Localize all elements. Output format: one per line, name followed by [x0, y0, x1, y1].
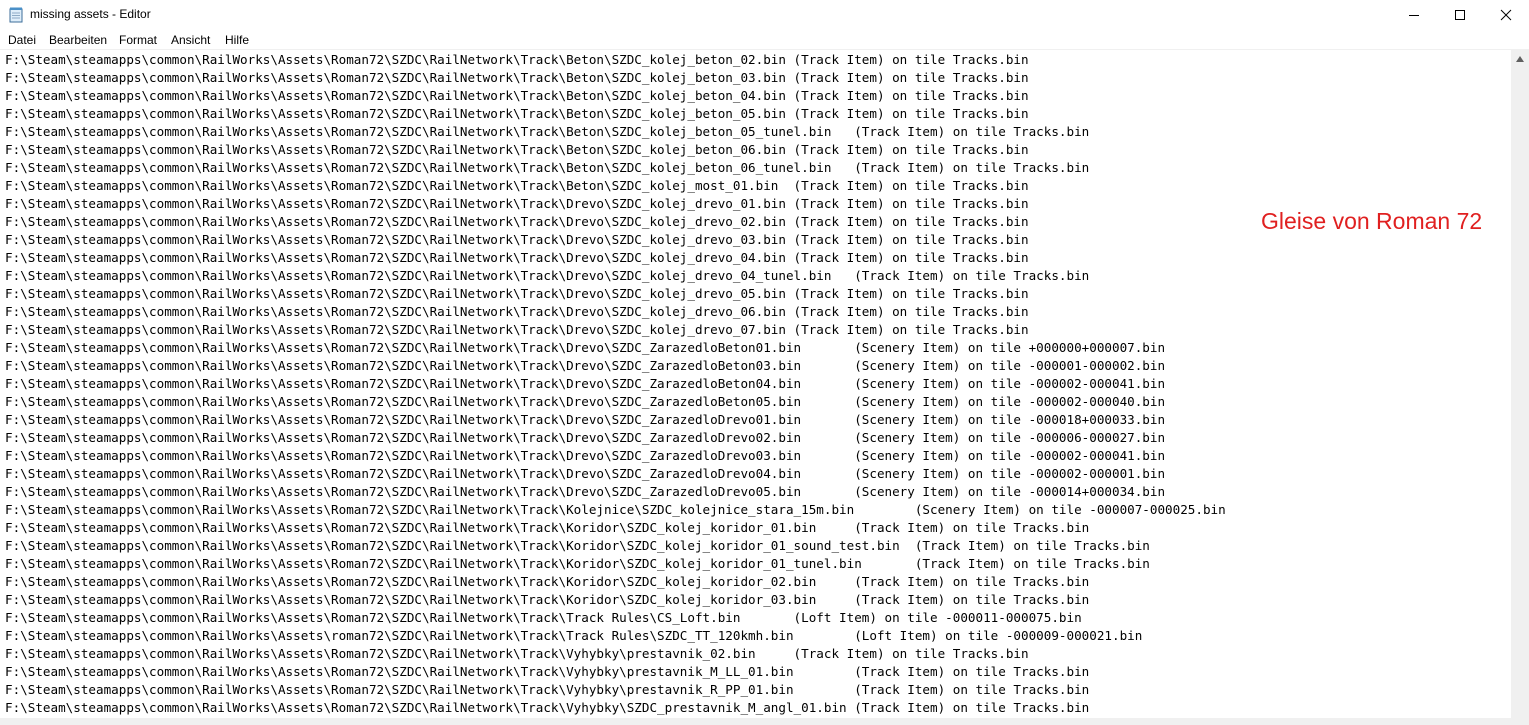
menu-bar: Datei Bearbeiten Format Ansicht Hilfe	[0, 30, 1529, 50]
horizontal-scrollbar[interactable]	[0, 718, 1529, 725]
text-line: F:\Steam\steamapps\common\RailWorks\Asse…	[5, 412, 1166, 427]
text-line: F:\Steam\steamapps\common\RailWorks\Asse…	[5, 340, 1166, 355]
text-line: F:\Steam\steamapps\common\RailWorks\Asse…	[5, 268, 1090, 283]
window-title: missing assets - Editor	[30, 7, 151, 21]
text-line: F:\Steam\steamapps\common\RailWorks\Asse…	[5, 52, 1029, 67]
text-line: F:\Steam\steamapps\common\RailWorks\Asse…	[5, 556, 1150, 571]
vertical-scrollbar[interactable]	[1511, 50, 1529, 718]
annotation-label: Gleise von Roman 72	[1261, 208, 1483, 234]
text-line: F:\Steam\steamapps\common\RailWorks\Asse…	[5, 160, 1090, 175]
text-line: F:\Steam\steamapps\common\RailWorks\Asse…	[5, 538, 1150, 553]
text-line: F:\Steam\steamapps\common\RailWorks\Asse…	[5, 592, 1090, 607]
text-line: F:\Steam\steamapps\common\RailWorks\Asse…	[5, 394, 1166, 409]
text-line: F:\Steam\steamapps\common\RailWorks\Asse…	[5, 628, 1143, 643]
text-line: F:\Steam\steamapps\common\RailWorks\Asse…	[5, 700, 1090, 715]
text-line: F:\Steam\steamapps\common\RailWorks\Asse…	[5, 124, 1090, 139]
text-line: F:\Steam\steamapps\common\RailWorks\Asse…	[5, 520, 1090, 535]
close-icon	[1500, 9, 1512, 21]
text-line: F:\Steam\steamapps\common\RailWorks\Asse…	[5, 484, 1166, 499]
text-line: F:\Steam\steamapps\common\RailWorks\Asse…	[5, 610, 1082, 625]
text-line: F:\Steam\steamapps\common\RailWorks\Asse…	[5, 178, 1029, 193]
text-line: F:\Steam\steamapps\common\RailWorks\Asse…	[5, 70, 1029, 85]
text-line: F:\Steam\steamapps\common\RailWorks\Asse…	[5, 466, 1166, 481]
text-line: F:\Steam\steamapps\common\RailWorks\Asse…	[5, 322, 1029, 337]
notepad-icon	[9, 7, 23, 23]
text-line: F:\Steam\steamapps\common\RailWorks\Asse…	[5, 502, 1226, 517]
text-line: F:\Steam\steamapps\common\RailWorks\Asse…	[5, 682, 1090, 697]
text-line: F:\Steam\steamapps\common\RailWorks\Asse…	[5, 574, 1090, 589]
title-bar: missing assets - Editor	[0, 0, 1529, 30]
text-line: F:\Steam\steamapps\common\RailWorks\Asse…	[5, 376, 1166, 391]
maximize-button[interactable]	[1437, 0, 1483, 30]
text-line: F:\Steam\steamapps\common\RailWorks\Asse…	[5, 214, 1029, 229]
menu-format[interactable]: Format	[119, 33, 157, 47]
menu-bearbeiten[interactable]: Bearbeiten	[49, 33, 107, 47]
text-line: F:\Steam\steamapps\common\RailWorks\Asse…	[5, 196, 1029, 211]
menu-hilfe[interactable]: Hilfe	[225, 33, 249, 47]
text-line: F:\Steam\steamapps\common\RailWorks\Asse…	[5, 304, 1029, 319]
maximize-icon	[1455, 10, 1465, 20]
text-line: F:\Steam\steamapps\common\RailWorks\Asse…	[5, 430, 1166, 445]
minimize-icon	[1409, 15, 1419, 16]
text-line: F:\Steam\steamapps\common\RailWorks\Asse…	[5, 448, 1166, 463]
menu-ansicht[interactable]: Ansicht	[171, 33, 210, 47]
editor-text-area[interactable]: F:\Steam\steamapps\common\RailWorks\Asse…	[0, 50, 1511, 718]
text-line: F:\Steam\steamapps\common\RailWorks\Asse…	[5, 646, 1029, 661]
menu-datei[interactable]: Datei	[8, 33, 36, 47]
close-button[interactable]	[1483, 0, 1529, 30]
text-line: F:\Steam\steamapps\common\RailWorks\Asse…	[5, 664, 1090, 679]
text-line: F:\Steam\steamapps\common\RailWorks\Asse…	[5, 286, 1029, 301]
text-line: F:\Steam\steamapps\common\RailWorks\Asse…	[5, 250, 1029, 265]
text-line: F:\Steam\steamapps\common\RailWorks\Asse…	[5, 232, 1029, 247]
text-line: F:\Steam\steamapps\common\RailWorks\Asse…	[5, 142, 1029, 157]
chevron-up-icon	[1516, 55, 1524, 62]
text-line: F:\Steam\steamapps\common\RailWorks\Asse…	[5, 358, 1166, 373]
text-line: F:\Steam\steamapps\common\RailWorks\Asse…	[5, 106, 1029, 121]
text-line: F:\Steam\steamapps\common\RailWorks\Asse…	[5, 88, 1029, 103]
minimize-button[interactable]	[1391, 0, 1437, 30]
scroll-up-button[interactable]	[1511, 50, 1529, 67]
